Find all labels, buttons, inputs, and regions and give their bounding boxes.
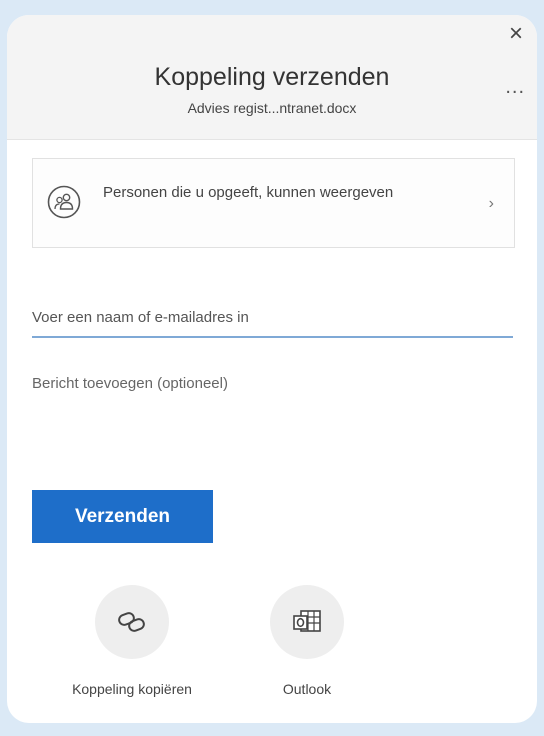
- copy-link-circle: [95, 585, 169, 659]
- file-name: Advies regist...ntranet.docx: [187, 100, 357, 116]
- copy-link-button[interactable]: Koppeling kopiëren: [47, 585, 217, 697]
- message-input[interactable]: [32, 375, 513, 465]
- more-options-button[interactable]: ...: [505, 77, 525, 97]
- people-icon: [47, 185, 81, 219]
- copy-link-label: Koppeling kopiëren: [72, 681, 192, 697]
- recipient-input[interactable]: [32, 298, 513, 338]
- link-settings-button[interactable]: Personen die u opgeeft, kunnen weergeven…: [32, 158, 515, 248]
- close-icon: ×: [508, 20, 523, 47]
- outlook-label: Outlook: [282, 681, 332, 697]
- outlook-button[interactable]: Outlook: [227, 585, 387, 697]
- outlook-circle: [270, 585, 344, 659]
- more-icon: ...: [505, 76, 525, 98]
- outlook-icon: [293, 610, 321, 632]
- dialog-title: Koppeling verzenden: [154, 63, 390, 91]
- send-button[interactable]: Verzenden: [32, 490, 213, 543]
- chevron-right-icon: ›: [488, 195, 494, 212]
- share-dialog: × Koppeling verzenden Advies regist...nt…: [7, 15, 537, 723]
- dialog-header: × Koppeling verzenden Advies regist...nt…: [7, 15, 537, 140]
- link-icon: [118, 612, 145, 632]
- permission-description: Personen die u opgeeft, kunnen weergeven: [103, 184, 394, 201]
- close-button[interactable]: ×: [505, 20, 527, 47]
